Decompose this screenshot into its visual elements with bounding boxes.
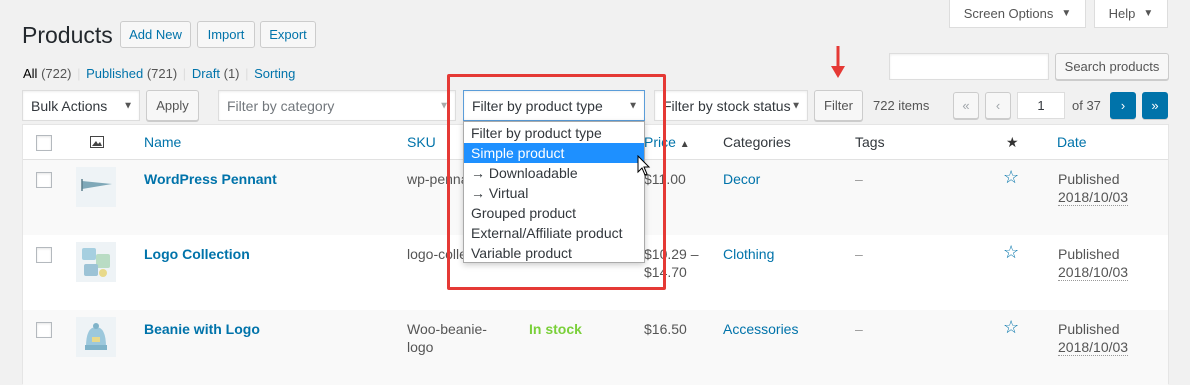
separator: | <box>77 66 81 81</box>
product-date-status: Published <box>1058 171 1120 187</box>
product-date: 2018/10/03 <box>1058 264 1129 281</box>
search-input[interactable] <box>889 53 1049 80</box>
bulk-actions-select[interactable]: Bulk Actions ▼ <box>22 90 140 121</box>
help-button[interactable]: Help ▼ <box>1094 0 1168 28</box>
product-sku-cont: logo <box>407 339 434 355</box>
search-products-button[interactable]: Search products <box>1055 53 1169 80</box>
column-name[interactable]: Name <box>144 134 181 150</box>
row-checkbox[interactable] <box>36 322 52 338</box>
current-page-input[interactable]: 1 <box>1017 92 1065 119</box>
product-name-link[interactable]: Logo Collection <box>144 246 250 262</box>
select-all-checkbox[interactable] <box>36 135 52 151</box>
product-date: 2018/10/03 <box>1058 339 1129 356</box>
import-button[interactable]: Import <box>197 21 255 48</box>
star-outline-icon[interactable]: ☆ <box>1003 317 1019 338</box>
category-filter-select[interactable]: Filter by category ▼ <box>218 90 456 121</box>
column-categories: Categories <box>723 134 791 150</box>
star-outline-icon[interactable]: ☆ <box>1003 167 1019 188</box>
product-tags: – <box>855 246 863 262</box>
add-new-button[interactable]: Add New <box>120 21 191 48</box>
first-page-button: « <box>953 92 979 119</box>
export-button[interactable]: Export <box>260 21 316 48</box>
caret-down-icon: ▼ <box>1061 8 1072 19</box>
product-price: $16.50 <box>644 321 687 337</box>
product-name-link[interactable]: WordPress Pennant <box>144 171 277 187</box>
arrow-down-icon <box>831 46 845 78</box>
image-icon <box>90 136 104 148</box>
product-date-status: Published <box>1058 321 1120 337</box>
product-date-status: Published <box>1058 246 1120 262</box>
bulk-actions-value: Bulk Actions <box>31 97 108 114</box>
product-tags: – <box>855 171 863 187</box>
product-category-link[interactable]: Clothing <box>723 246 774 262</box>
product-date: 2018/10/03 <box>1058 189 1129 206</box>
product-category-link[interactable]: Decor <box>723 171 760 187</box>
stock-status-value: Filter by stock status <box>663 97 791 114</box>
filter-all-link[interactable]: All (722) <box>23 66 71 81</box>
star-outline-icon[interactable]: ☆ <box>1003 242 1019 263</box>
product-sku: Woo-beanie- <box>407 321 487 337</box>
product-thumbnail[interactable] <box>76 317 116 357</box>
filter-button[interactable]: Filter <box>814 90 863 121</box>
items-count: 722 items <box>873 98 930 113</box>
filter-published-link[interactable]: Published (721) <box>86 66 177 81</box>
product-tags: – <box>855 321 863 337</box>
row-checkbox[interactable] <box>36 247 52 263</box>
total-pages: of 37 <box>1072 98 1101 113</box>
product-name-link[interactable]: Beanie with Logo <box>144 321 260 337</box>
separator: | <box>182 66 187 81</box>
caret-down-icon: ▼ <box>123 100 133 111</box>
column-tags: Tags <box>855 134 885 150</box>
caret-down-icon: ▼ <box>1143 8 1154 19</box>
next-page-button[interactable]: › <box>1110 92 1136 119</box>
help-label: Help <box>1108 6 1136 21</box>
stock-status-select[interactable]: Filter by stock status ▼ <box>654 90 808 121</box>
sort-asc-icon: ▲ <box>679 139 690 150</box>
apply-button[interactable]: Apply <box>146 90 199 121</box>
caret-down-icon: ▼ <box>791 100 801 111</box>
row-checkbox[interactable] <box>36 172 52 188</box>
last-page-button[interactable]: » <box>1142 92 1168 119</box>
table-row: Beanie with Logo Woo-beanie- logo In sto… <box>23 310 1168 385</box>
product-thumbnail[interactable] <box>76 167 116 207</box>
category-filter-placeholder: Filter by category <box>227 97 335 114</box>
screen-options-button[interactable]: Screen Options ▼ <box>949 0 1086 28</box>
stock-status-badge: In stock <box>529 321 582 337</box>
screen-options-label: Screen Options <box>963 6 1054 21</box>
column-date[interactable]: Date <box>1057 134 1087 150</box>
column-sku[interactable]: SKU <box>407 134 436 150</box>
filter-draft-link[interactable]: Draft (1) <box>192 66 240 81</box>
product-category-link[interactable]: Accessories <box>723 321 798 337</box>
featured-star-icon[interactable]: ★ <box>1006 134 1019 151</box>
separator: | <box>245 66 249 81</box>
status-filter-links: All (722) | Published (721) | Draft (1) … <box>23 66 295 81</box>
highlight-box <box>447 74 666 290</box>
prev-page-button: ‹ <box>985 92 1011 119</box>
page-title: Products <box>22 22 113 48</box>
sorting-link[interactable]: Sorting <box>254 66 295 81</box>
product-thumbnail[interactable] <box>76 242 116 282</box>
